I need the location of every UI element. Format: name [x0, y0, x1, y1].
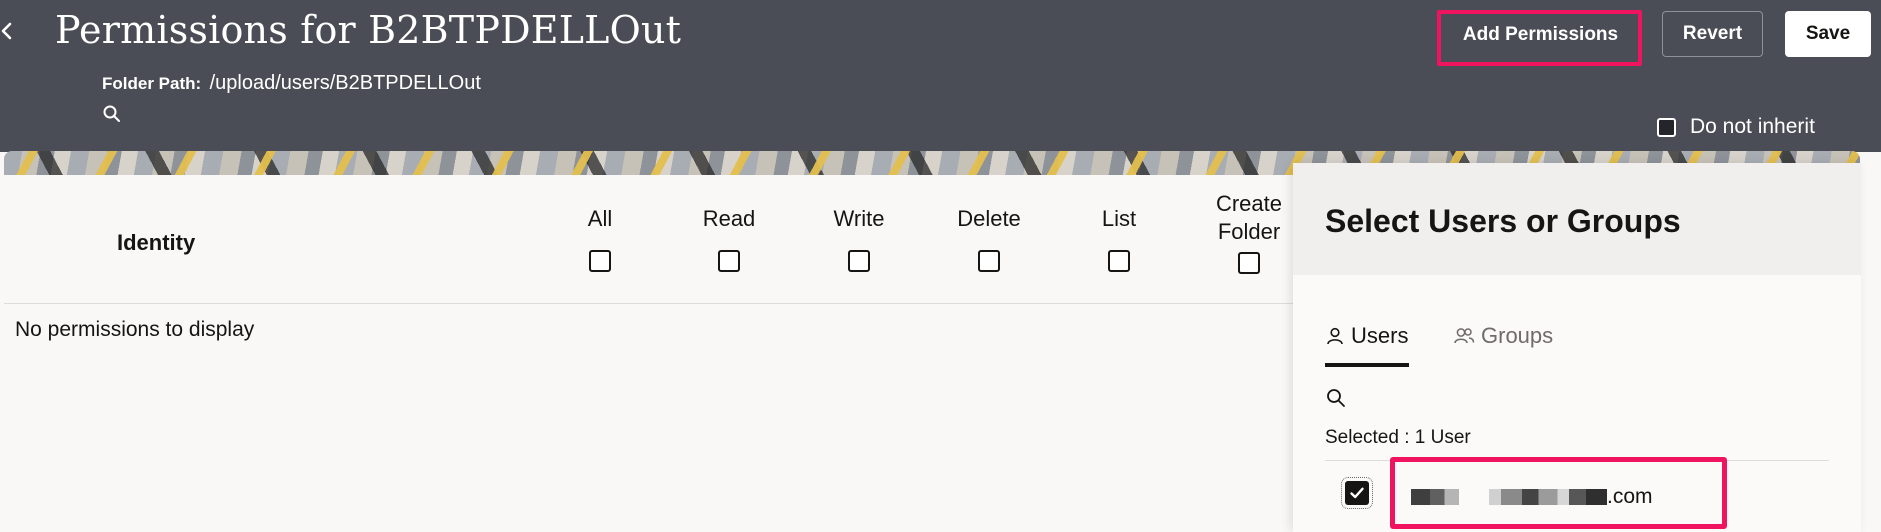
column-list: List [1064, 206, 1174, 272]
do-not-inherit-label: Do not inherit [1690, 115, 1815, 138]
tab-groups-label: Groups [1481, 323, 1554, 348]
column-write: Write [804, 206, 914, 272]
panel-header: Select Users or Groups [1293, 163, 1861, 275]
tab-users-label: Users [1351, 323, 1409, 348]
column-write-label: Write [833, 206, 885, 231]
user-email-suffix: .com [1607, 485, 1653, 508]
identity-column-header: Identity [117, 230, 196, 255]
page-header: Permissions for B2BTPDELLOut Folder Path… [0, 0, 1881, 152]
permissions-table-header: Identity All Read Write Delete List Crea… [4, 176, 1304, 304]
search-icon[interactable] [1325, 387, 1347, 409]
list-checkbox[interactable] [1108, 250, 1130, 272]
tab-groups[interactable]: Groups [1453, 323, 1553, 367]
read-checkbox[interactable] [718, 250, 740, 272]
panel-title: Select Users or Groups [1325, 203, 1681, 239]
column-create-folder: Create Folder [1194, 190, 1304, 274]
empty-state-message: No permissions to display [15, 318, 255, 341]
redacted-text [1411, 489, 1459, 505]
chevron-left-icon[interactable] [0, 14, 20, 48]
column-all: All [545, 206, 655, 272]
users-group-icon [1454, 328, 1475, 344]
revert-button[interactable]: Revert [1662, 11, 1763, 57]
checkmark-icon [1350, 487, 1364, 499]
page-title: Permissions for B2BTPDELLOut [55, 8, 682, 52]
search-icon[interactable] [102, 104, 122, 124]
do-not-inherit-checkbox[interactable] [1657, 117, 1676, 137]
tab-users[interactable]: Users [1325, 323, 1409, 367]
column-read: Read [674, 206, 784, 272]
folder-path: Folder Path: /upload/users/B2BTPDELLOut [102, 72, 481, 95]
save-button[interactable]: Save [1785, 11, 1871, 57]
select-users-panel: Select Users or Groups Users Groups Sele… [1293, 163, 1861, 532]
write-checkbox[interactable] [848, 250, 870, 272]
column-delete-label: Delete [957, 206, 1021, 231]
folder-path-label: Folder Path: [102, 74, 202, 93]
user-checkbox[interactable] [1341, 477, 1373, 509]
folder-path-value: /upload/users/B2BTPDELLOut [209, 72, 481, 94]
column-delete: Delete [934, 206, 1044, 272]
delete-checkbox[interactable] [978, 250, 1000, 272]
column-all-label: All [587, 206, 613, 231]
user-email[interactable]: .com [1411, 482, 1653, 512]
column-read-label: Read [702, 206, 756, 231]
do-not-inherit-toggle[interactable]: Do not inherit [1657, 115, 1815, 139]
create-folder-checkbox[interactable] [1238, 252, 1260, 274]
user-icon [1327, 327, 1343, 345]
column-create-folder-label-2: Folder [1217, 219, 1281, 244]
column-list-label: List [1101, 206, 1137, 231]
selected-count: Selected : 1 User [1325, 427, 1471, 448]
redacted-text [1489, 489, 1607, 505]
all-checkbox[interactable] [589, 250, 611, 272]
add-permissions-button[interactable]: Add Permissions [1443, 12, 1638, 58]
column-create-folder-label-1: Create [1215, 191, 1283, 216]
